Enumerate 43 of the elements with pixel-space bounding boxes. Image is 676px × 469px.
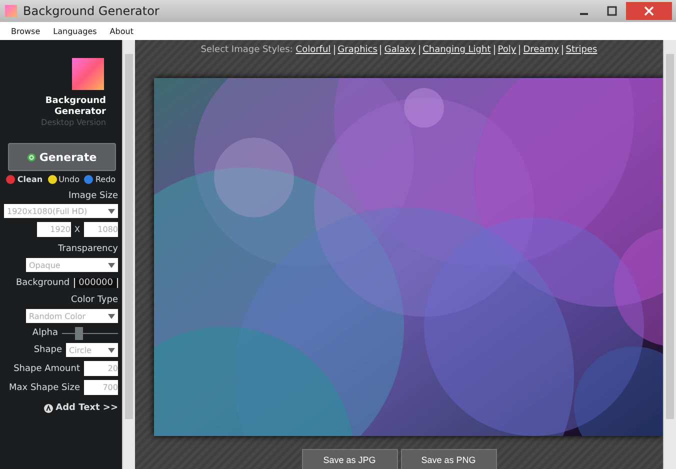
style-link[interactable]: Changing Light	[422, 45, 491, 55]
action-link[interactable]: Redo	[84, 175, 116, 184]
app-logo	[72, 58, 104, 90]
add-text-link[interactable]: Add Text >>	[4, 403, 118, 413]
style-link[interactable]: Graphics	[338, 45, 378, 55]
field-label: Image Size	[67, 191, 118, 201]
field-label: Shape Amount	[14, 364, 80, 374]
field-label: Max Shape Size	[9, 382, 80, 392]
caret-icon	[108, 262, 115, 268]
style-link[interactable]: Poly	[498, 45, 516, 55]
action-link[interactable]: Clean	[6, 175, 43, 184]
letter-a-icon	[44, 404, 53, 412]
field-label: Shape	[34, 345, 62, 355]
caret-icon	[108, 208, 115, 214]
slider-thumb[interactable]	[74, 327, 83, 340]
menu-item[interactable]: Browse	[11, 26, 40, 36]
field-label: Background	[16, 278, 70, 288]
save-button[interactable]: Save as JPG	[302, 449, 398, 469]
close-icon[interactable]	[626, 2, 672, 20]
app-subtitle: Desktop Version	[40, 118, 107, 127]
scrollbar[interactable]	[122, 40, 135, 469]
size-separator: X	[74, 225, 80, 234]
app-name: Background Generator	[44, 96, 107, 118]
action-link[interactable]: Undo	[48, 175, 80, 184]
generate-button[interactable]: Generate	[8, 143, 116, 171]
field-label: Transparency	[56, 244, 118, 254]
field-label: Alpha	[32, 328, 58, 338]
save-button[interactable]: Save as PNG	[400, 449, 496, 469]
window-title: Background Generator	[23, 4, 160, 18]
style-link[interactable]: Galaxy	[384, 45, 416, 55]
caret-icon	[108, 314, 115, 318]
caret-icon	[108, 348, 115, 352]
field-label: Color Type	[70, 295, 118, 305]
scrollbar[interactable]	[663, 40, 676, 469]
styles-label: Select Image Styles:	[200, 45, 293, 55]
menu-item[interactable]: Languages	[53, 26, 97, 36]
style-link[interactable]: Colorful	[296, 45, 331, 55]
app-icon	[4, 4, 18, 18]
menu-item[interactable]: About	[110, 26, 134, 36]
background-color-field[interactable]: 000000	[74, 278, 118, 288]
style-link[interactable]: Dreamy	[523, 45, 559, 55]
ring-icon	[27, 152, 36, 162]
style-link[interactable]: Stripes	[566, 45, 598, 55]
